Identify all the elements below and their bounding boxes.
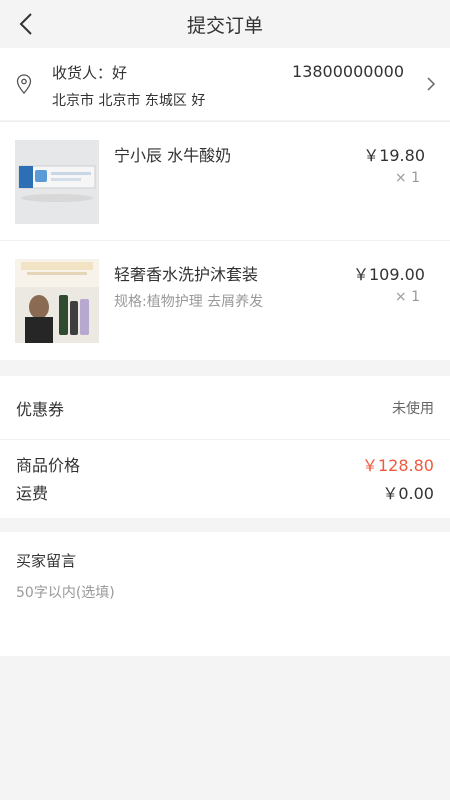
product-quantity: × 1	[394, 170, 420, 186]
product-quantity: × 1	[394, 289, 420, 305]
top-bar: 提交订单	[0, 0, 450, 48]
shipping-label: 运费	[16, 484, 49, 503]
back-button[interactable]	[10, 8, 42, 40]
shipping-row: 运费 ￥0.00	[16, 478, 434, 506]
product-name: 宁小辰 水牛酸奶	[114, 146, 232, 165]
product-spec: 规格:植物护理 去屑养发	[114, 294, 264, 310]
product-item[interactable]: 轻奢香水洗护沐套装 规格:植物护理 去屑养发 ￥109.00 × 1	[0, 241, 450, 360]
product-name: 轻奢香水洗护沐套装	[114, 265, 259, 284]
buyer-message-input[interactable]	[16, 585, 434, 601]
product-price: ￥19.80	[363, 146, 425, 165]
chevron-left-icon	[19, 13, 32, 35]
buyer-message-label: 买家留言	[16, 552, 77, 570]
page-title: 提交订单	[186, 14, 263, 37]
product-image	[15, 259, 99, 343]
product-list: 宁小辰 水牛酸奶 ￥19.80 × 1 轻奢香水洗护沐套装 规格:植物护理 去屑…	[0, 121, 450, 360]
chevron-right-icon	[427, 77, 436, 91]
order-summary: 优惠券 未使用 商品价格 ￥128.80 运费 ￥0.00	[0, 376, 450, 518]
coupon-label: 优惠券	[16, 399, 65, 419]
coupon-row[interactable]: 优惠券 未使用	[0, 376, 450, 440]
goods-price-row: 商品价格 ￥128.80	[16, 450, 434, 478]
product-price: ￥109.00	[353, 265, 425, 284]
location-pin-icon	[16, 74, 32, 94]
address-card[interactable]: 收货人：好 13800000000 北京市 北京市 东城区 好	[0, 48, 450, 120]
address-detail: 北京市 北京市 东城区 好	[52, 93, 206, 109]
receiver-name: 收货人：好	[52, 64, 128, 82]
product-image	[15, 140, 99, 224]
buyer-message-section: 买家留言	[0, 532, 450, 656]
receiver-phone: 13800000000	[292, 62, 404, 81]
coupon-status: 未使用	[392, 400, 434, 417]
product-item[interactable]: 宁小辰 水牛酸奶 ￥19.80 × 1	[0, 122, 450, 241]
goods-price-label: 商品价格	[16, 456, 81, 475]
goods-price-value: ￥128.80	[362, 456, 434, 475]
shipping-value: ￥0.00	[382, 484, 434, 503]
